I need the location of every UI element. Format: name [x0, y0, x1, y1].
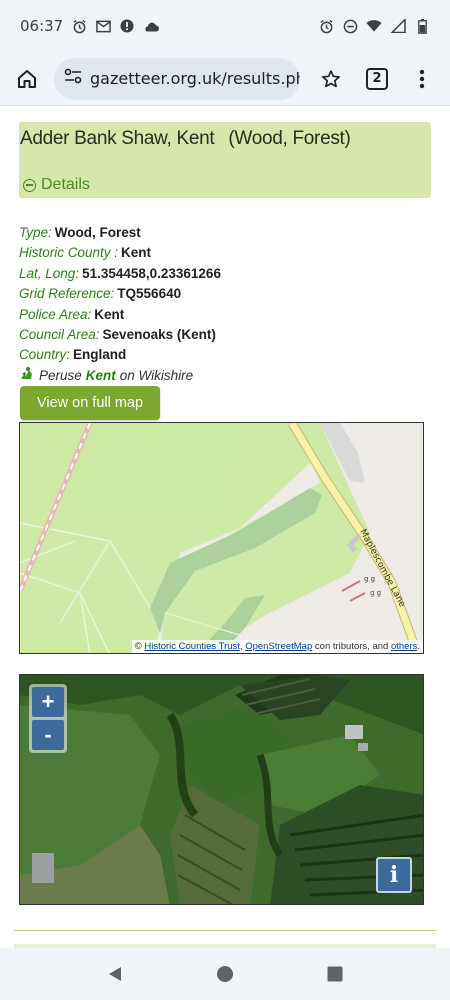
status-time: 06:37	[20, 17, 64, 35]
page-content: Adder Bank Shaw, Kent (Wood, Forest) Deta…	[0, 106, 450, 948]
home-circle-icon	[217, 966, 233, 982]
collapse-icon	[23, 178, 36, 192]
info-label: Police Area:	[19, 306, 92, 322]
signal-icon	[390, 18, 406, 34]
place-name: Adder Bank Shaw, Kent	[20, 128, 215, 149]
zoom-out-button[interactable]: -	[32, 720, 64, 750]
star-icon	[322, 69, 340, 87]
tab-switcher-button[interactable]: 2	[366, 67, 388, 90]
place-type: (Wood, Forest)	[228, 128, 351, 149]
info-row-police-area: Police Area: Kent	[19, 305, 221, 325]
attribution-link-osm[interactable]: OpenStreetMap	[245, 641, 312, 652]
satellite-imagery	[20, 675, 423, 904]
mail-icon	[95, 18, 111, 34]
wikishire-kent-link[interactable]: Kent	[86, 366, 116, 386]
recents-button[interactable]	[320, 959, 350, 989]
alarm-icon	[318, 18, 334, 34]
street-map-tiles: g g g g Maplescombe Lane	[20, 423, 423, 653]
copyright-symbol: ©	[134, 641, 142, 652]
info-value: Wood, Forest	[54, 225, 141, 240]
more-vertical-icon	[419, 69, 425, 88]
info-value: Kent	[121, 245, 152, 261]
attribution-separator: ,	[239, 641, 243, 652]
place-header: Adder Bank Shaw, Kent (Wood, Forest) Deta…	[19, 122, 431, 198]
info-value: TQ556640	[117, 286, 182, 302]
info-row-type: Type: Wood, Forest	[19, 223, 221, 243]
home-button[interactable]	[12, 64, 42, 94]
street-map[interactable]: g g g g Maplescombe Lane © Historic Coun…	[19, 422, 424, 654]
view-full-map-button[interactable]: View on full map	[20, 386, 160, 420]
home-nav-button[interactable]	[210, 959, 240, 989]
system-navigation-bar	[0, 948, 450, 1000]
tab-count: 2	[372, 71, 382, 86]
details-toggle[interactable]: Details	[23, 176, 90, 194]
bookmark-button[interactable]	[316, 64, 346, 94]
alert-icon	[119, 18, 135, 34]
url-text: gazetteer.org.uk/results.php	[90, 69, 300, 88]
back-triangle-icon	[109, 967, 121, 981]
info-label: Grid Reference:	[19, 286, 115, 302]
recents-square-icon	[327, 966, 343, 982]
browser-toolbar: gazetteer.org.uk/results.php 2	[0, 52, 450, 106]
back-button[interactable]	[100, 959, 130, 989]
page-title: Adder Bank Shaw, Kent (Wood, Forest)	[20, 128, 351, 150]
info-label: Lat, Long:	[19, 265, 80, 281]
attribution-link-hct[interactable]: Historic Counties Trust	[144, 641, 240, 652]
info-value: Sevenoaks (Kent)	[102, 327, 216, 343]
divider	[14, 930, 436, 931]
map-attribution: © Historic Counties Trust, OpenStreetMap…	[131, 640, 423, 653]
info-row-country: Country: England	[19, 345, 221, 365]
peruse-suffix: on Wikishire	[119, 368, 194, 384]
attribution-end: .	[417, 641, 420, 652]
info-row-grid-reference: Grid Reference: TQ556640	[19, 284, 221, 304]
info-label: Historic County :	[19, 245, 119, 261]
info-row-council-area: Council Area: Sevenoaks (Kent)	[19, 325, 221, 345]
zoom-controls: + -	[29, 684, 67, 753]
cloud-icon	[143, 18, 160, 34]
info-label: Type:	[19, 225, 52, 240]
satellite-map[interactable]: + - i	[19, 674, 424, 905]
info-value: Kent	[94, 306, 125, 322]
wifi-icon	[366, 18, 382, 34]
details-label: Details	[41, 176, 90, 193]
info-value: England	[73, 347, 127, 363]
battery-icon	[414, 18, 430, 34]
wikishire-icon	[19, 366, 34, 387]
dnd-icon	[342, 18, 358, 34]
info-row-historic-county: Historic County : Kent	[19, 243, 221, 263]
peruse-prefix: Peruse	[39, 368, 82, 384]
info-label: Country:	[19, 347, 71, 363]
site-settings-icon[interactable]	[64, 68, 82, 89]
map-info-button[interactable]: i	[376, 857, 412, 893]
home-icon	[18, 69, 36, 88]
details-list: Type: Wood, Forest Historic County : Kent …	[19, 223, 221, 387]
svg-text:g g: g g	[370, 589, 381, 597]
svg-text:g g: g g	[364, 575, 375, 583]
alarm-icon	[71, 18, 87, 34]
attribution-link-others[interactable]: others	[391, 641, 417, 652]
address-bar[interactable]: gazetteer.org.uk/results.php	[54, 57, 300, 100]
info-value: 51.354458,0.23361266	[82, 265, 221, 281]
attribution-text: con tributors, and	[314, 641, 389, 652]
info-label: Council Area:	[19, 327, 100, 343]
browser-menu-button[interactable]	[416, 64, 428, 94]
zoom-in-button[interactable]: +	[32, 687, 64, 717]
wikishire-link-row: Peruse Kent on Wikishire	[19, 366, 221, 387]
info-row-lat-long: Lat, Long: 51.354458,0.23361266	[19, 264, 221, 284]
status-bar: 06:37	[0, 0, 450, 52]
